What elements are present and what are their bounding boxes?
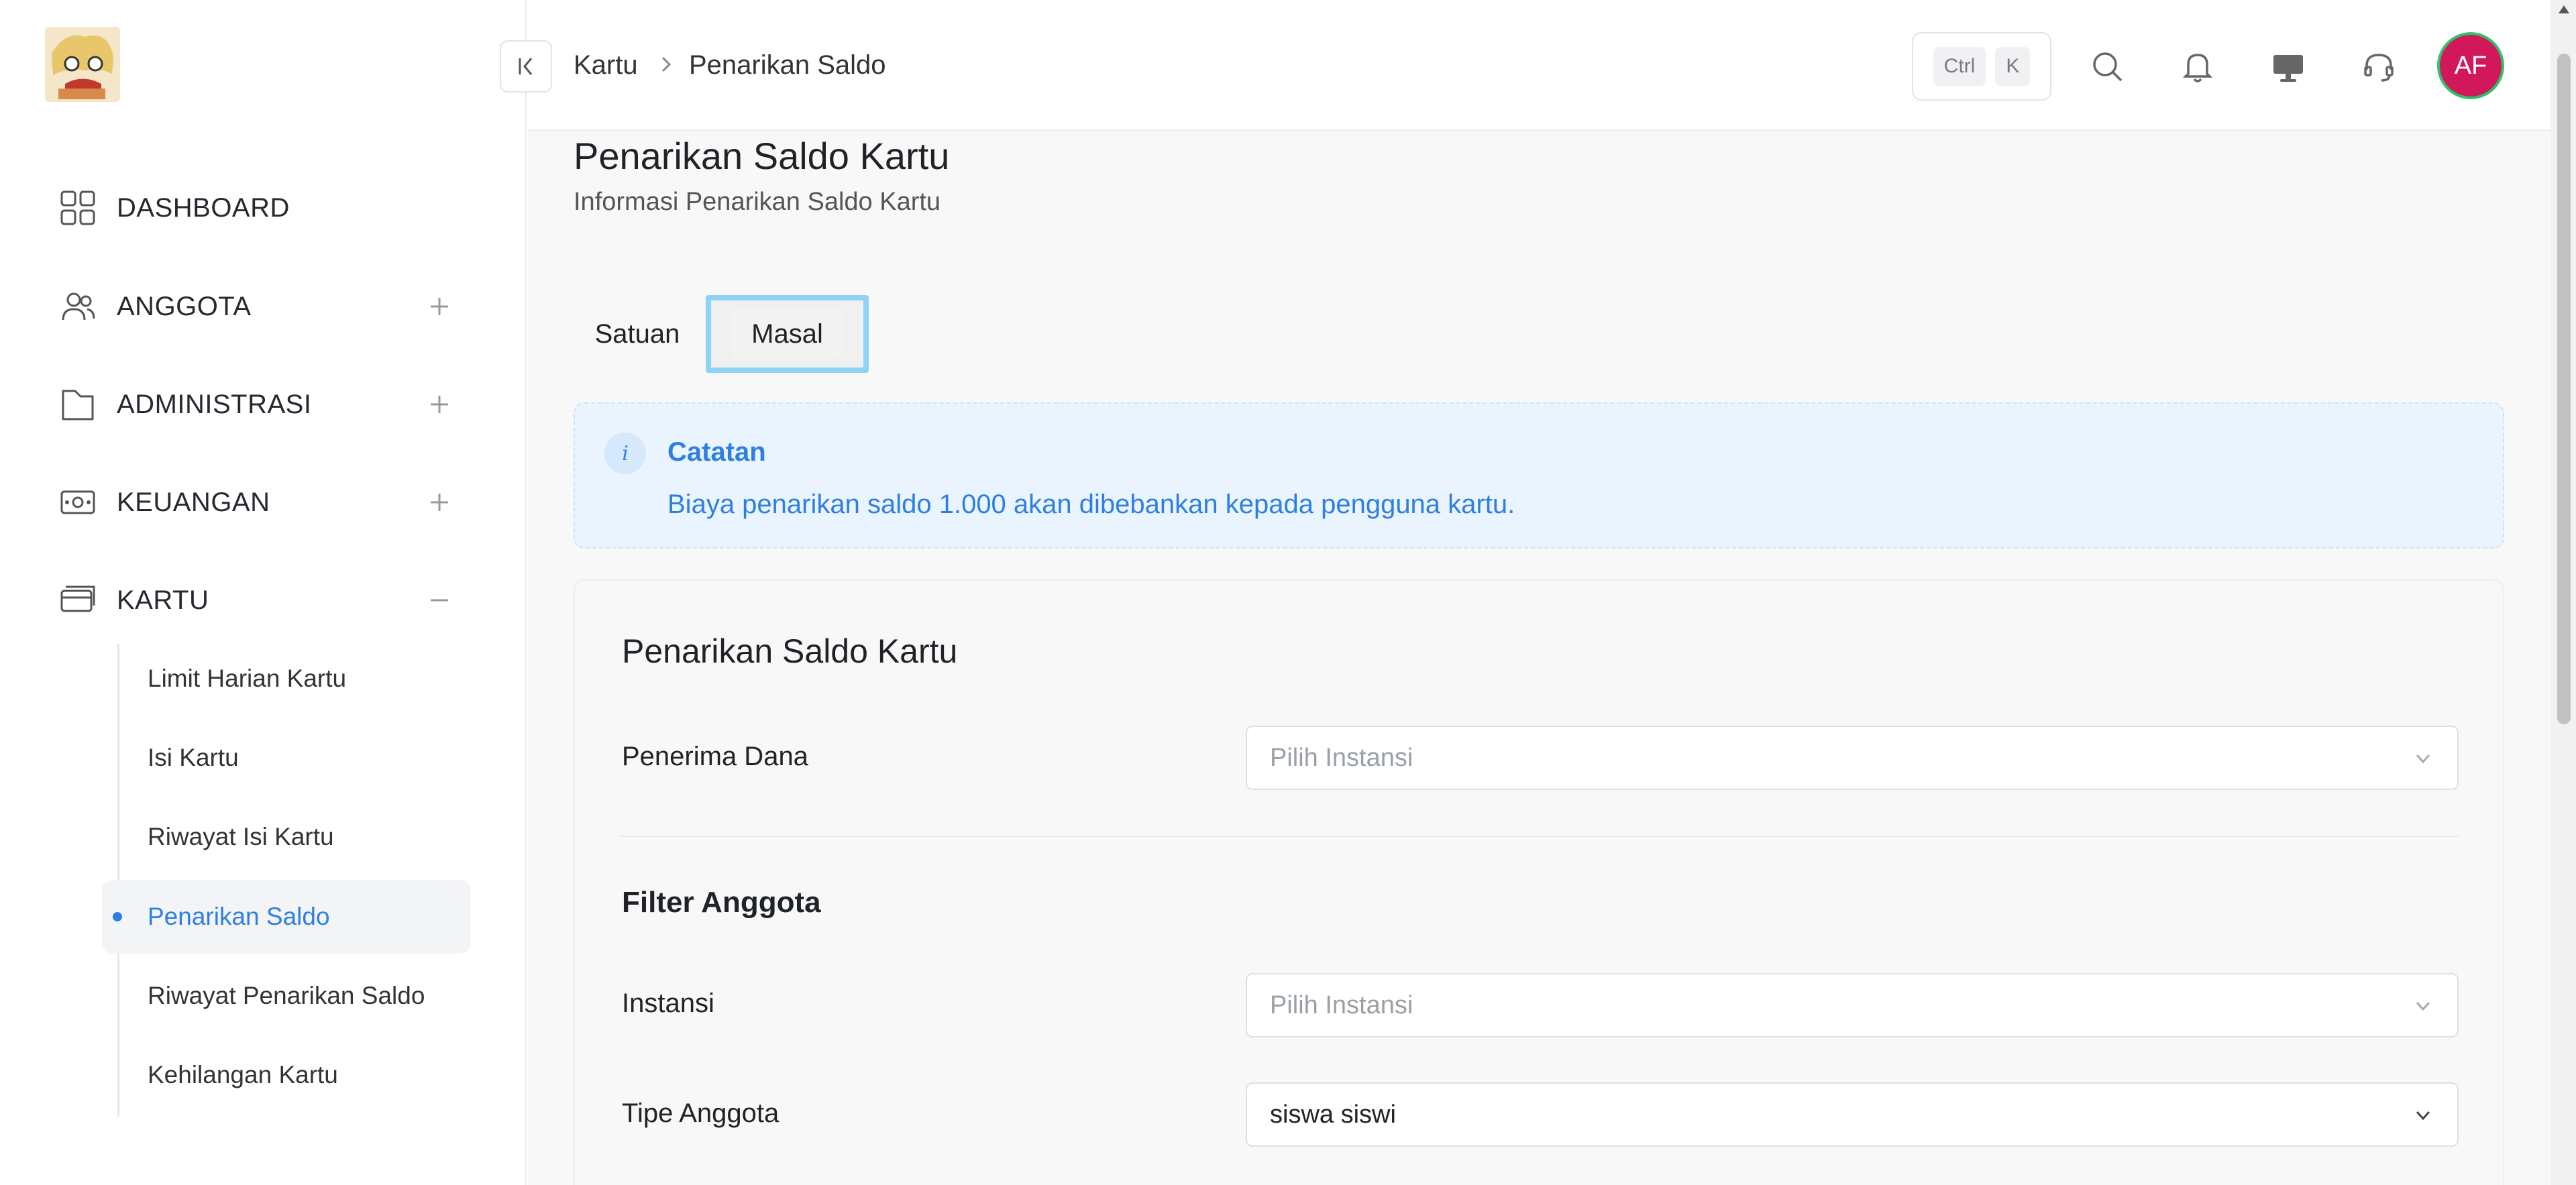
sidebar-item-label: KARTU — [117, 585, 209, 615]
sidebar-subitem-isi-kartu[interactable]: Isi Kartu — [102, 721, 471, 795]
sidebar-item-label: ANGGOTA — [117, 291, 252, 321]
sidebar-subitem-label: Limit Harian Kartu — [148, 665, 347, 692]
tab-satuan[interactable]: Satuan — [584, 295, 691, 373]
sidebar-item-administrasi[interactable]: ADMINISTRASI — [59, 374, 462, 435]
info-icon: i — [604, 433, 646, 474]
select-placeholder: Pilih Instansi — [1270, 743, 1413, 772]
card-icon — [59, 581, 97, 619]
collapse-left-icon — [519, 58, 533, 75]
breadcrumb-current: Penarikan Saldo — [689, 50, 886, 80]
tab-masal[interactable]: Masal — [706, 295, 869, 373]
headset-icon[interactable] — [2360, 48, 2398, 86]
scroll-up-arrow-icon[interactable] — [2557, 3, 2571, 16]
collapse-sidebar-button[interactable] — [500, 40, 552, 93]
page-title: Penarikan Saldo Kartu — [574, 135, 950, 177]
sidebar-item-keuangan[interactable]: KEUANGAN — [59, 472, 462, 532]
sidebar-item-anggota[interactable]: ANGGOTA — [59, 276, 462, 337]
sidebar-subitem-label: Penarikan Saldo — [148, 903, 330, 930]
sidebar-item-label: DASHBOARD — [117, 192, 290, 223]
sidebar-subitem-label: Isi Kartu — [148, 744, 239, 771]
sidebar-subitem-riwayat-isi[interactable]: Riwayat Isi Kartu — [102, 800, 471, 874]
avatar[interactable]: AF — [2437, 32, 2504, 99]
sidebar-subitem-kehilangan[interactable]: Kehilangan Kartu — [102, 1038, 471, 1112]
plus-icon[interactable] — [424, 291, 455, 322]
sidebar: DASHBOARD ANGGOTA ADMINISTRASI KEUANGAN … — [0, 0, 527, 1185]
command-palette-button[interactable]: Ctrl K — [1912, 32, 2051, 101]
tab-label: Masal — [731, 309, 843, 359]
instansi-label: Instansi — [622, 989, 714, 1018]
folder-icon — [59, 386, 97, 423]
sidebar-item-label: KEUANGAN — [117, 487, 270, 517]
breadcrumb-parent[interactable]: Kartu — [574, 50, 638, 80]
filter-anggota-title: Filter Anggota — [622, 886, 821, 919]
chevron-down-icon — [2412, 747, 2434, 770]
sidebar-subitem-label: Riwayat Isi Kartu — [148, 823, 334, 850]
select-placeholder: Pilih Instansi — [1270, 991, 1413, 1019]
chevron-down-icon — [2412, 995, 2434, 1017]
info-note: i Catatan Biaya penarikan saldo 1.000 ak… — [574, 402, 2504, 549]
note-title: Catatan — [667, 437, 766, 467]
sidebar-subitem-limit-harian[interactable]: Limit Harian Kartu — [102, 642, 471, 716]
search-icon[interactable] — [2089, 48, 2127, 86]
chevron-down-icon — [2412, 1104, 2434, 1127]
bell-icon[interactable] — [2179, 48, 2216, 86]
tab-label: Satuan — [594, 319, 680, 349]
form-divider — [621, 836, 2459, 837]
chevron-right-icon — [656, 51, 676, 84]
instansi-select[interactable]: Pilih Instansi — [1246, 973, 2459, 1037]
penerima-dana-select[interactable]: Pilih Instansi — [1246, 726, 2459, 790]
kbd-ctrl: Ctrl — [1933, 47, 1986, 86]
sidebar-item-dashboard[interactable]: DASHBOARD — [59, 178, 462, 238]
form-title: Penarikan Saldo Kartu — [622, 632, 958, 670]
monitor-icon[interactable] — [2269, 48, 2307, 86]
note-text: Biaya penarikan saldo 1.000 akan dibeban… — [667, 490, 1515, 519]
sidebar-subitem-label: Riwayat Penarikan Saldo — [148, 982, 425, 1009]
page-scrollbar[interactable] — [2551, 0, 2576, 1185]
sidebar-subitem-label: Kehilangan Kartu — [148, 1061, 338, 1088]
plus-icon[interactable] — [424, 487, 455, 518]
scrollbar-thumb[interactable] — [2557, 54, 2571, 724]
page-subtitle: Informasi Penarikan Saldo Kartu — [574, 188, 941, 216]
tipe-anggota-select[interactable]: siswa siswi — [1246, 1082, 2459, 1147]
penerima-dana-label: Penerima Dana — [622, 742, 808, 771]
plus-icon[interactable] — [424, 389, 455, 420]
money-icon — [59, 484, 97, 521]
tipe-anggota-label: Tipe Anggota — [622, 1098, 780, 1128]
app-logo[interactable] — [45, 27, 120, 102]
minus-icon[interactable] — [424, 585, 455, 616]
sidebar-subitem-penarikan-saldo[interactable]: Penarikan Saldo — [102, 880, 471, 954]
sidebar-subitem-riwayat-penarikan[interactable]: Riwayat Penarikan Saldo — [102, 959, 471, 1033]
sidebar-item-kartu[interactable]: KARTU — [59, 570, 462, 630]
kbd-k: K — [1995, 47, 2031, 86]
users-icon — [59, 288, 97, 325]
dashboard-grid-icon — [59, 189, 97, 227]
active-dot — [113, 912, 122, 921]
form-card: Penarikan Saldo Kartu Penerima Dana Pili… — [574, 579, 2504, 1185]
sidebar-item-label: ADMINISTRASI — [117, 389, 312, 419]
select-value: siswa siswi — [1270, 1100, 1396, 1129]
